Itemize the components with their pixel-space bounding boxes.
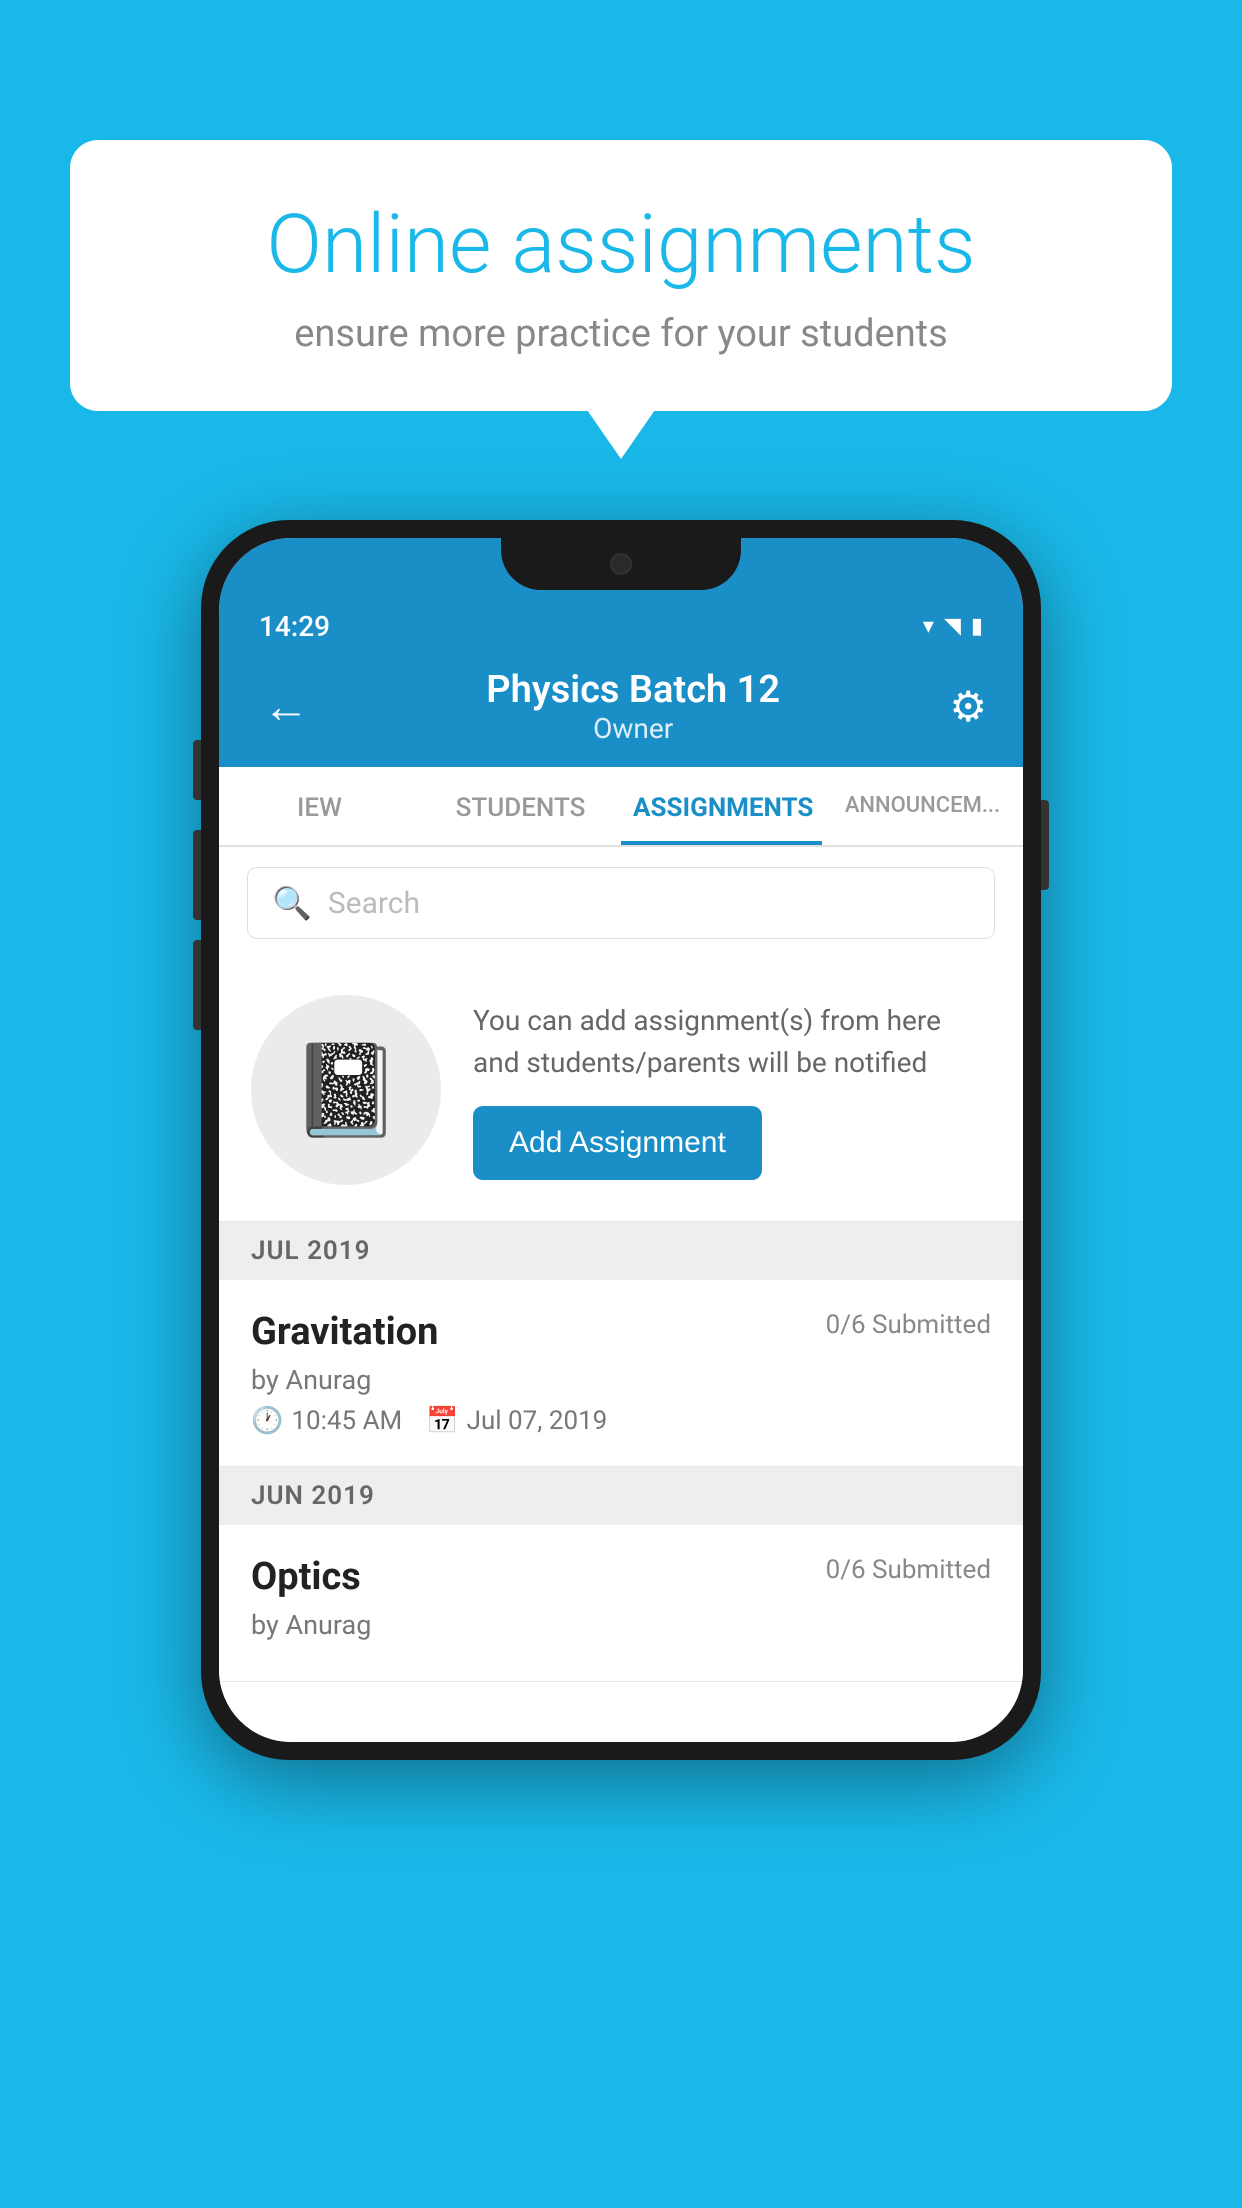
assignment-item-gravitation[interactable]: Gravitation 0/6 Submitted by Anurag 🕐 10… <box>219 1280 1023 1467</box>
phone-screen: 14:29 ▾ ◥ ▮ ← Physics Batch 12 Owner ⚙ I… <box>219 538 1023 1742</box>
assignment-date-value: Jul 07, 2019 <box>467 1406 608 1436</box>
power-button <box>1041 800 1049 890</box>
speech-bubble-subtitle: ensure more practice for your students <box>140 312 1102 356</box>
speech-bubble-container: Online assignments ensure more practice … <box>70 140 1172 411</box>
assignment-date: 📅 Jul 07, 2019 <box>426 1406 607 1436</box>
assignment-icon-circle: 📓 <box>251 995 441 1185</box>
tab-assignments[interactable]: ASSIGNMENTS <box>621 767 822 845</box>
assignment-name: Gravitation <box>251 1310 438 1354</box>
assignment-item-optics[interactable]: Optics 0/6 Submitted by Anurag <box>219 1525 1023 1682</box>
assignment-submitted: 0/6 Submitted <box>826 1310 991 1340</box>
wifi-icon: ▾ <box>923 614 934 639</box>
assignment-name-optics: Optics <box>251 1555 361 1599</box>
assignment-by-optics: by Anurag <box>251 1609 991 1641</box>
tab-students[interactable]: STUDENTS <box>420 767 621 845</box>
assignment-time-value: 10:45 AM <box>291 1406 402 1436</box>
assignment-info: You can add assignment(s) from here and … <box>473 1000 991 1180</box>
back-button[interactable]: ← <box>255 671 317 742</box>
phone-frame: 14:29 ▾ ◥ ▮ ← Physics Batch 12 Owner ⚙ I… <box>201 520 1041 1760</box>
assignment-item-optics-header: Optics 0/6 Submitted <box>251 1555 991 1599</box>
add-assignment-button[interactable]: Add Assignment <box>473 1106 762 1180</box>
app-header: ← Physics Batch 12 Owner ⚙ <box>219 650 1023 767</box>
assignment-description: You can add assignment(s) from here and … <box>473 1000 991 1084</box>
battery-icon: ▮ <box>971 614 983 639</box>
assignment-meta: 🕐 10:45 AM 📅 Jul 07, 2019 <box>251 1406 991 1436</box>
assignment-time: 🕐 10:45 AM <box>251 1406 402 1436</box>
header-subtitle: Owner <box>486 712 780 745</box>
settings-button[interactable]: ⚙ <box>949 682 987 732</box>
add-assignment-section: 📓 You can add assignment(s) from here an… <box>219 959 1023 1222</box>
search-input[interactable]: Search <box>328 886 420 921</box>
speech-bubble: Online assignments ensure more practice … <box>70 140 1172 411</box>
clock-icon: 🕐 <box>251 1406 283 1436</box>
status-time: 14:29 <box>259 610 330 643</box>
bottom-padding <box>219 1682 1023 1742</box>
assignment-submitted-optics: 0/6 Submitted <box>826 1555 991 1585</box>
search-icon: 🔍 <box>272 884 312 922</box>
volume-down-button <box>193 830 201 920</box>
search-bar[interactable]: 🔍 Search <box>247 867 995 939</box>
silent-button <box>193 940 201 1030</box>
month-divider-jul: JUL 2019 <box>219 1222 1023 1280</box>
status-icons: ▾ ◥ ▮ <box>923 614 983 639</box>
volume-up-button <box>193 740 201 800</box>
tab-overview[interactable]: IEW <box>219 767 420 845</box>
notebook-icon: 📓 <box>290 1038 402 1143</box>
assignment-by: by Anurag <box>251 1364 991 1396</box>
tab-announcements[interactable]: ANNOUNCEM... <box>822 767 1023 845</box>
tab-bar: IEW STUDENTS ASSIGNMENTS ANNOUNCEM... <box>219 767 1023 847</box>
assignment-item-header: Gravitation 0/6 Submitted <box>251 1310 991 1354</box>
status-bar: 14:29 ▾ ◥ ▮ <box>219 592 1023 650</box>
month-divider-jun: JUN 2019 <box>219 1467 1023 1525</box>
front-camera <box>610 553 632 575</box>
signal-icon: ◥ <box>944 614 961 639</box>
header-title: Physics Batch 12 <box>486 668 780 712</box>
speech-bubble-title: Online assignments <box>140 200 1102 290</box>
phone-notch <box>501 538 741 590</box>
search-container: 🔍 Search <box>219 847 1023 959</box>
calendar-icon: 📅 <box>426 1406 458 1436</box>
header-center: Physics Batch 12 Owner <box>486 668 780 745</box>
phone-container: 14:29 ▾ ◥ ▮ ← Physics Batch 12 Owner ⚙ I… <box>201 520 1041 1760</box>
